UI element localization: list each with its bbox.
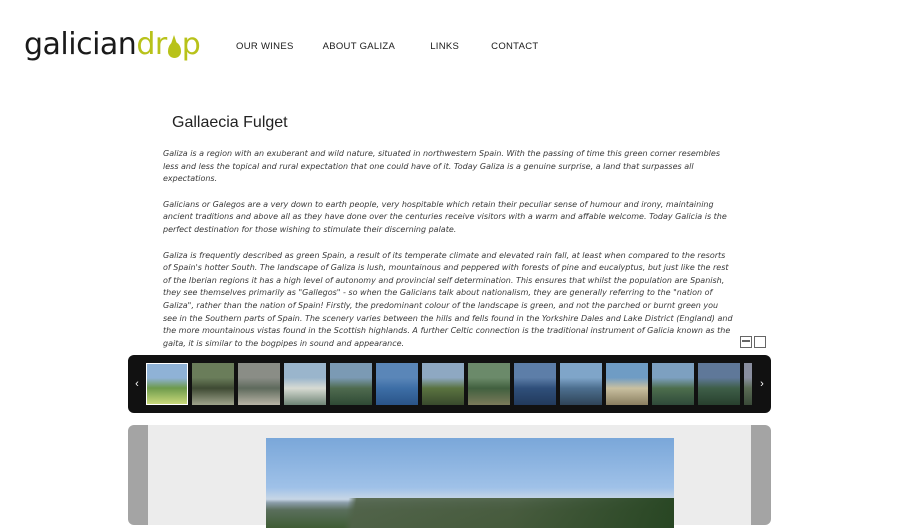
- filmstrip-view-icon[interactable]: [740, 336, 752, 348]
- thumbnail-strip: ‹ ›: [128, 355, 771, 413]
- article-body: Galiza is a region with an exuberant and…: [163, 148, 733, 363]
- view-toggle: [740, 336, 766, 348]
- article-paragraph: Galicians or Galegos are a very down to …: [163, 199, 727, 234]
- thumbnail-list: [146, 363, 752, 405]
- thumbnail-garden-structure[interactable]: [192, 363, 234, 405]
- nav-our-wines[interactable]: OUR WINES: [236, 41, 294, 52]
- logo-text-drop-end: p: [181, 27, 201, 62]
- thumbnail-hills-sea[interactable]: [330, 363, 372, 405]
- thumbnail-sandy-beach[interactable]: [606, 363, 648, 405]
- thumbnail-river-trees[interactable]: [422, 363, 464, 405]
- main-navigation: OUR WINES ABOUT GALIZA LINKS CONTACT: [236, 41, 538, 52]
- nav-contact[interactable]: CONTACT: [491, 41, 538, 52]
- thumbnail-canyon-mist[interactable]: [744, 363, 752, 405]
- nav-links[interactable]: LINKS: [430, 41, 459, 52]
- site-logo[interactable]: galician dr p: [24, 26, 201, 62]
- page-title: Gallaecia Fulget: [172, 114, 288, 131]
- thumbnail-river-valley[interactable]: [652, 363, 694, 405]
- fullscreen-view-icon[interactable]: [754, 336, 766, 348]
- thumbnail-cliff-forest[interactable]: [468, 363, 510, 405]
- thumbnail-beach-bay[interactable]: [284, 363, 326, 405]
- next-arrow-icon[interactable]: ›: [754, 355, 770, 413]
- thumbnail-suspension-bridge[interactable]: [514, 363, 556, 405]
- drop-icon: [167, 35, 181, 58]
- thumbnail-green-field-lake[interactable]: [146, 363, 188, 405]
- logo-text-drop-start: dr: [136, 27, 167, 62]
- viewer-frame: [148, 425, 751, 528]
- main-landscape-photo[interactable]: [266, 438, 674, 528]
- thumbnail-sea-post[interactable]: [376, 363, 418, 405]
- article-paragraph: Galiza is frequently described as green …: [163, 250, 733, 348]
- nav-about-galiza[interactable]: ABOUT GALIZA: [323, 41, 396, 52]
- logo-text-galician: galician: [24, 27, 137, 62]
- article-paragraph: Galiza is a region with an exuberant and…: [163, 149, 720, 184]
- previous-arrow-icon[interactable]: ‹: [129, 355, 145, 413]
- thumbnail-rocky-coast[interactable]: [238, 363, 280, 405]
- image-viewer: [128, 425, 771, 528]
- thumbnail-mountain-river[interactable]: [698, 363, 740, 405]
- thumbnail-rock-arch[interactable]: [560, 363, 602, 405]
